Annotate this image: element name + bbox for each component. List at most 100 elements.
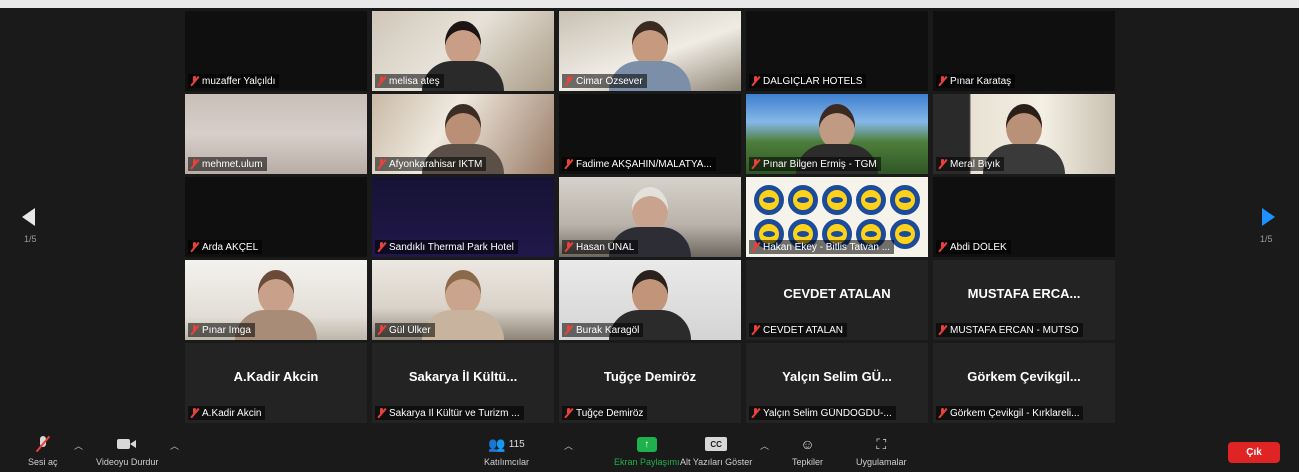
next-page-icon[interactable] — [1262, 208, 1275, 226]
reactions-button[interactable]: ☺ Tepkiler — [792, 434, 823, 467]
unmute-button[interactable]: Sesi aç — [28, 434, 58, 467]
muted-mic-icon — [377, 159, 386, 169]
participant-name: muzaffer Yalçıldı — [202, 75, 276, 87]
participant-name-tag: CEVDET ATALAN — [749, 323, 848, 337]
participant-name: Yalçın Selim GÜNDOĞDU-... — [763, 407, 892, 419]
participant-display-name: Sakarya İl Kültü... — [408, 369, 518, 384]
participant-tile[interactable]: Sakarya İl Kültü... Sakarya İl Kültür ve … — [372, 343, 554, 423]
participant-tile[interactable]: Fadime AKŞAHİN/MALATYA... — [559, 94, 741, 174]
participant-name-tag: mehmet.ulum — [188, 157, 267, 171]
participant-tile[interactable]: melisa ateş — [372, 11, 554, 91]
participant-display-name: MUSTAFA ERCA... — [967, 286, 1081, 301]
participant-tile[interactable]: Afyonkarahisar İKTM — [372, 94, 554, 174]
participant-name-tag: Afyonkarahisar İKTM — [375, 157, 487, 171]
participant-tile[interactable]: Abdi DÖLEK — [933, 177, 1115, 257]
participant-tile[interactable]: Burak Karagöl — [559, 260, 741, 340]
participant-name: Pınar İmga — [202, 324, 251, 336]
muted-mic-icon — [751, 408, 760, 418]
participant-name-tag: Sandıklı Thermal Park Hotel — [375, 240, 518, 254]
video-gallery: 1/5 muzaffer Yalçıldı melisa ateş Cimar Öz… — [0, 8, 1299, 430]
stop-video-button[interactable]: Videoyu Durdur — [96, 434, 158, 467]
participant-name-tag: Yalçın Selim GÜNDOĞDU-... — [749, 406, 896, 420]
participant-name: Sandıklı Thermal Park Hotel — [389, 241, 514, 253]
muted-mic-icon — [938, 325, 947, 335]
muted-mic-icon — [564, 408, 573, 418]
participant-tile[interactable]: Hasan ÜNAL — [559, 177, 741, 257]
logo-gear-icon — [822, 185, 852, 215]
participant-display-name: Yalçın Selim GÜ... — [782, 369, 892, 384]
muted-mic-icon — [377, 76, 386, 86]
participant-name: Hakan Ekey - Bitlis Tatvan ... — [763, 241, 891, 253]
meeting-toolbar: Sesi aç ︿ Videoyu Durdur ︿ 👥 115 Katılım… — [0, 430, 1299, 472]
muted-mic-icon — [564, 242, 573, 252]
participant-tile[interactable]: Pınar İmga — [185, 260, 367, 340]
participant-tile[interactable]: mehmet.ulum — [185, 94, 367, 174]
participant-name-tag: Sakarya İl Kültür ve Turizm ... — [375, 406, 524, 420]
participant-name: Cimar Özsever — [576, 75, 643, 87]
participant-tile[interactable]: Görkem Çevikgil... Görkem Çevikgil - Kırk… — [933, 343, 1115, 423]
muted-mic-icon — [751, 242, 760, 252]
apps-button[interactable]: ⛶ Uygulamalar — [856, 434, 907, 468]
muted-mic-icon — [564, 159, 573, 169]
participant-tile[interactable]: Tuğçe Demiröz Tuğçe Demiröz — [559, 343, 741, 423]
participant-tile[interactable]: Pınar Karataş — [933, 11, 1115, 91]
logo-gear-icon — [856, 185, 886, 215]
show-captions-label: Alt Yazıları Göster — [680, 457, 753, 467]
participant-tile[interactable]: Pınar Bilgen Ermiş - TGM — [746, 94, 928, 174]
previous-page-icon[interactable] — [22, 208, 35, 226]
logo-gear-icon — [890, 185, 920, 215]
participant-name-tag: Burak Karagöl — [562, 323, 644, 337]
participant-name: Sakarya İl Kültür ve Turizm ... — [389, 407, 520, 419]
participant-tile[interactable]: Yalçın Selim GÜ... Yalçın Selim GÜNDOĞDU-… — [746, 343, 928, 423]
share-screen-button[interactable]: ↑ Ekran Paylaşımı — [614, 434, 680, 467]
muted-mic-icon — [190, 325, 199, 335]
participant-name-tag: Pınar İmga — [188, 323, 255, 337]
leave-meeting-button[interactable]: Çık — [1228, 442, 1280, 463]
muted-mic-icon — [938, 159, 947, 169]
participant-name: DALGIÇLAR HOTELS — [763, 75, 863, 87]
participant-tile[interactable]: Meral Bıyık — [933, 94, 1115, 174]
muted-mic-icon — [564, 325, 573, 335]
stop-video-label: Videoyu Durdur — [96, 457, 159, 467]
participant-name: Görkem Çevikgil - Kırklareli... — [950, 407, 1080, 419]
participant-name: Pınar Karataş — [950, 75, 1012, 87]
captions-options-chevron-icon[interactable]: ︿ — [760, 439, 769, 452]
closed-captions-icon: CC — [705, 437, 728, 451]
participant-name: mehmet.ulum — [202, 158, 263, 170]
participant-name: Arda AKÇEL — [202, 241, 259, 253]
participant-name: Fadime AKŞAHİN/MALATYA... — [576, 158, 712, 170]
participant-name: Afyonkarahisar İKTM — [389, 158, 483, 170]
share-screen-icon: ↑ — [636, 436, 657, 452]
participant-tile[interactable]: Sandıklı Thermal Park Hotel — [372, 177, 554, 257]
participant-tile[interactable]: A.Kadir Akcin A.Kadir Akcin — [185, 343, 367, 423]
show-captions-button[interactable]: CC Alt Yazıları Göster — [680, 434, 752, 467]
video-options-chevron-icon[interactable]: ︿ — [170, 439, 179, 452]
participant-name-tag: Gül Ülker — [375, 323, 435, 337]
logo-gear-icon — [754, 185, 784, 215]
logo-gear-icon — [890, 219, 920, 249]
video-camera-icon — [117, 438, 137, 450]
participants-options-chevron-icon[interactable]: ︿ — [564, 439, 573, 452]
participant-tile[interactable]: Arda AKÇEL — [185, 177, 367, 257]
participant-tile[interactable]: DALGIÇLAR HOTELS — [746, 11, 928, 91]
share-screen-label: Ekran Paylaşımı — [614, 457, 680, 467]
participant-display-name: A.Kadir Akcin — [233, 369, 319, 384]
audio-options-chevron-icon[interactable]: ︿ — [74, 439, 83, 452]
participant-name: Pınar Bilgen Ermiş - TGM — [763, 158, 877, 170]
unmute-label: Sesi aç — [28, 457, 58, 467]
participant-tile[interactable]: Cimar Özsever — [559, 11, 741, 91]
participant-display-name: Tuğçe Demiröz — [603, 369, 697, 384]
participant-tile[interactable]: Gül Ülker — [372, 260, 554, 340]
participant-name-tag: Hakan Ekey - Bitlis Tatvan ... — [749, 240, 895, 254]
muted-mic-icon — [751, 76, 760, 86]
participant-tile[interactable]: muzaffer Yalçıldı — [185, 11, 367, 91]
window-top-strip — [0, 0, 1299, 8]
participant-tile[interactable]: MUSTAFA ERCA... MUSTAFA ERCAN - MUTSO — [933, 260, 1115, 340]
participants-button[interactable]: 👥 115 Katılımcılar — [484, 434, 529, 468]
participant-tile[interactable]: Hakan Ekey - Bitlis Tatvan ... — [746, 177, 928, 257]
muted-mic-icon — [377, 408, 386, 418]
muted-mic-icon — [938, 242, 947, 252]
participant-tile[interactable]: CEVDET ATALAN CEVDET ATALAN — [746, 260, 928, 340]
participant-name-tag: Arda AKÇEL — [188, 240, 263, 254]
participant-name-tag: Pınar Bilgen Ermiş - TGM — [749, 157, 881, 171]
